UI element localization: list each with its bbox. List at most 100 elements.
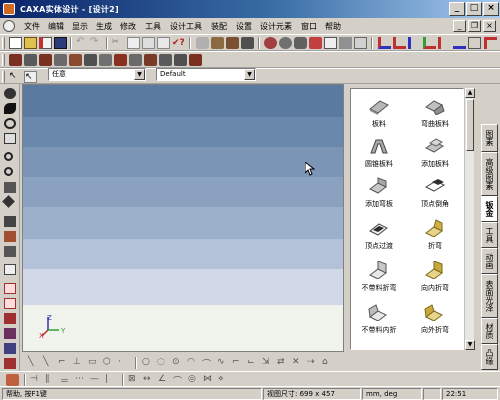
rectangle-icon[interactable]: ▭ — [88, 357, 101, 369]
menu-design-elements[interactable]: 设计元素 — [260, 21, 292, 32]
library-item-bend-outward[interactable]: 向外折弯 — [409, 303, 461, 335]
tangent-line-icon[interactable]: ╲ — [43, 357, 56, 369]
horizontal-icon[interactable]: — — [90, 374, 103, 386]
fit-view-icon[interactable] — [2, 195, 15, 208]
style-combo[interactable]: Default ▼ — [156, 68, 256, 81]
menu-edit[interactable]: 编辑 — [48, 21, 64, 32]
offset-icon[interactable]: ⇲ — [262, 357, 275, 369]
dimension-icon[interactable]: ↔ — [143, 374, 156, 386]
library-item-vertex-round[interactable]: 顶点过渡 — [353, 219, 405, 251]
minimize-button[interactable]: _ — [449, 2, 465, 16]
view-icon[interactable] — [324, 37, 337, 49]
menu-settings[interactable]: 设置 — [236, 21, 252, 32]
tab-surface-finish[interactable]: 表面光泽 — [481, 274, 498, 318]
unfold-icon[interactable] — [39, 54, 52, 66]
wire-icon[interactable] — [4, 298, 16, 309]
toolbar-grip[interactable] — [2, 54, 5, 66]
equal-icon[interactable]: ＝ — [60, 374, 73, 387]
scroll-down-icon[interactable]: ▼ — [465, 340, 475, 350]
triad-icon[interactable] — [438, 37, 451, 49]
project-icon[interactable]: ⌂ — [322, 357, 335, 369]
align-icon[interactable] — [378, 37, 391, 49]
delete-icon[interactable] — [157, 37, 170, 49]
assembly-icon[interactable] — [211, 37, 224, 49]
select-arrow-icon[interactable]: ↖ — [9, 71, 22, 83]
extend-icon[interactable]: ⇢ — [307, 357, 320, 369]
tab-primitives[interactable]: 图素 — [481, 124, 498, 152]
texture-icon[interactable] — [4, 343, 16, 354]
midpoint-icon[interactable]: ⋄ — [218, 374, 231, 386]
tangent-icon[interactable]: ⌒ — [173, 374, 186, 387]
menu-help[interactable]: 帮助 — [325, 21, 341, 32]
zoom-icon[interactable] — [4, 152, 13, 161]
snap-icon[interactable] — [423, 37, 436, 49]
collinear-icon[interactable]: ⋯ — [75, 374, 88, 386]
box-icon[interactable] — [4, 283, 16, 294]
shade-icon[interactable] — [4, 313, 16, 324]
library-item-bend-no-material[interactable]: 不带料折弯 — [353, 260, 405, 293]
chevron-down-icon[interactable]: ▼ — [134, 69, 145, 80]
circle-icon[interactable]: ○ — [142, 357, 155, 369]
select-box-icon[interactable]: ↖ — [24, 71, 37, 83]
angle-icon[interactable]: ∠ — [158, 374, 171, 386]
cut-sheet-icon[interactable] — [99, 54, 112, 66]
chevron-down-icon[interactable]: ▼ — [244, 69, 255, 80]
anchor-icon[interactable] — [453, 37, 466, 49]
render-icon[interactable] — [4, 246, 16, 257]
bounds-icon[interactable] — [484, 37, 497, 49]
polyline-icon[interactable]: ⌐ — [58, 357, 71, 369]
constraint-icon[interactable]: ⊣ — [30, 374, 43, 386]
ellipse-icon[interactable]: ⊙ — [172, 357, 185, 369]
zoom-icon[interactable] — [294, 37, 307, 49]
line-icon[interactable]: ╲ — [28, 357, 41, 369]
redo-icon[interactable]: ↷ — [90, 37, 103, 49]
look-around-icon[interactable] — [4, 118, 16, 129]
concentric-icon[interactable]: ◎ — [188, 374, 201, 386]
selection-filter-combo[interactable]: 任意 ▼ — [48, 68, 146, 81]
toolbar-grip[interactable] — [2, 37, 5, 49]
mdi-close-button[interactable]: × — [483, 20, 496, 32]
document-icon[interactable] — [3, 20, 15, 32]
scroll-up-icon[interactable]: ▲ — [465, 88, 475, 98]
fillet-icon[interactable]: ⌐ — [232, 357, 245, 369]
chamfer-icon[interactable]: ⌙ — [247, 357, 260, 369]
perpendicular-icon[interactable]: ⊥ — [73, 357, 86, 369]
tools-icon[interactable] — [159, 54, 172, 66]
stamp-icon[interactable] — [84, 54, 97, 66]
cut-icon[interactable]: ✂ — [112, 37, 125, 49]
tab-materials[interactable]: 材质 — [481, 318, 498, 344]
menu-tools[interactable]: 工具 — [145, 21, 161, 32]
refold-icon[interactable] — [54, 54, 67, 66]
library-item-fold[interactable]: 折弯 — [409, 219, 461, 251]
arc-3pt-icon[interactable]: ⌒ — [202, 357, 215, 370]
grid-icon[interactable] — [468, 37, 481, 49]
library-item-add-bend[interactable]: 添加弯板 — [353, 177, 405, 209]
circle-3pt-icon[interactable]: ◌ — [157, 357, 170, 369]
part-icon[interactable] — [241, 37, 254, 49]
fix-icon[interactable]: ⊠ — [128, 374, 141, 386]
smart-dim-icon[interactable] — [6, 374, 19, 386]
light-icon[interactable] — [354, 37, 367, 49]
rotate-icon[interactable] — [279, 37, 292, 49]
camera-icon[interactable] — [4, 216, 16, 227]
orbit-icon[interactable] — [4, 88, 16, 99]
polygon-icon[interactable]: ⬡ — [103, 357, 116, 369]
toolbar-grip[interactable] — [2, 71, 5, 83]
menu-modify[interactable]: 修改 — [120, 21, 136, 32]
library-item-bent-sheet[interactable]: 弯曲板料 — [409, 97, 461, 129]
undo-icon[interactable]: ↶ — [76, 37, 89, 49]
parallel-icon[interactable]: ∥ — [45, 374, 58, 386]
library-item-inner-fold-no-material[interactable]: 不带料内折 — [353, 303, 405, 335]
menu-file[interactable]: 文件 — [24, 21, 40, 32]
menu-generate[interactable]: 生成 — [96, 21, 112, 32]
menu-design-tools[interactable]: 设计工具 — [170, 21, 202, 32]
close-button[interactable]: × — [483, 2, 499, 16]
library-item-vertex-chamfer[interactable]: 顶点倒角 — [409, 177, 461, 209]
animation-icon[interactable] — [4, 358, 16, 369]
tab-flange[interactable]: 凸缘 — [481, 344, 498, 370]
maximize-button[interactable]: □ — [466, 2, 482, 16]
new-icon[interactable] — [9, 37, 22, 49]
vertical-icon[interactable]: | — [105, 374, 118, 386]
tab-advanced-primitives[interactable]: 高级图素 — [481, 152, 498, 196]
trim-icon[interactable]: ✕ — [292, 357, 305, 369]
